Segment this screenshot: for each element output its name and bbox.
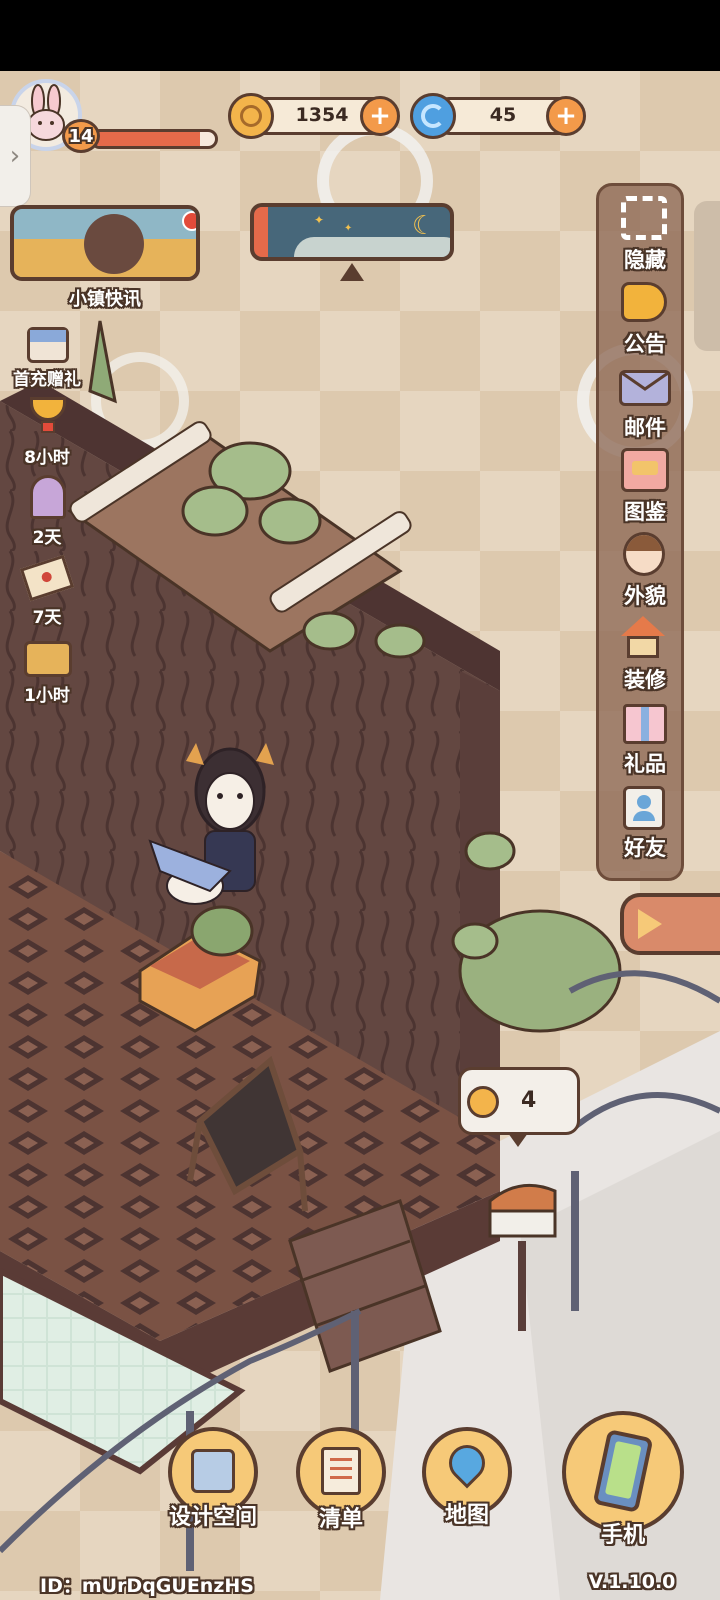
- news-banner[interactable]: [10, 205, 200, 281]
- menu-label: 公告: [624, 332, 666, 356]
- notification-dot: [182, 211, 196, 231]
- design-space-icon: [191, 1449, 235, 1493]
- menu-label: 隐藏: [624, 248, 666, 272]
- design-space-label: 设计空间: [168, 1505, 257, 1530]
- right-scroll-tab[interactable]: [694, 201, 720, 351]
- phone-icon: [592, 1429, 654, 1513]
- event-label: 8小时: [24, 448, 70, 468]
- menu-hide[interactable]: 隐藏: [605, 194, 685, 278]
- player-id: ID：mUrDqGUEnzHS: [40, 1575, 254, 1597]
- xp-bar-fill: [93, 132, 201, 146]
- player-level-badge: 14: [62, 119, 100, 153]
- event-first-charge[interactable]: 首充赠礼: [2, 327, 92, 399]
- menu-album[interactable]: 图鉴: [605, 446, 685, 530]
- menu-mail[interactable]: 邮件: [605, 362, 685, 446]
- expand-button[interactable]: [620, 893, 720, 955]
- menu-label: 外貌: [624, 584, 666, 608]
- hide-frame-icon: [621, 196, 667, 240]
- moon-icon: ☾: [412, 211, 436, 241]
- side-drawer-handle[interactable]: ›: [0, 106, 30, 206]
- letter-icon: [19, 554, 75, 602]
- avatar-face-icon: [623, 532, 665, 576]
- coin-icon: [228, 93, 274, 139]
- play-arrow-icon: [638, 909, 662, 939]
- news-label: 小镇快讯: [69, 289, 141, 310]
- gift-jar-icon: [30, 475, 66, 519]
- star-icon: ✦: [314, 213, 325, 227]
- phone-label: 手机: [600, 1523, 645, 1548]
- coin-collect-bubble[interactable]: 4: [458, 1067, 580, 1135]
- mail-icon: [619, 370, 671, 406]
- menu-label: 装修: [624, 668, 666, 692]
- news-character-icon: [84, 214, 144, 274]
- gift-icon: [623, 704, 667, 744]
- gift-box-icon: [27, 327, 69, 363]
- list-label: 清单: [318, 1507, 363, 1532]
- plus-icon: +: [369, 101, 391, 131]
- menu-label: 好友: [624, 836, 666, 860]
- event-gift-jar[interactable]: 2天: [2, 475, 92, 549]
- event-treasure[interactable]: 1小时: [2, 637, 92, 711]
- menu-gifts[interactable]: 礼品: [605, 698, 685, 782]
- menu-announcement[interactable]: 公告: [605, 278, 685, 362]
- coin-icon: [467, 1086, 499, 1118]
- trophy-icon: [30, 397, 66, 437]
- bubble-tail: [508, 1133, 528, 1147]
- event-label: 1小时: [24, 686, 70, 706]
- plus-icon: +: [555, 101, 577, 131]
- menu-label: 图鉴: [624, 500, 666, 524]
- list-icon: [321, 1447, 361, 1495]
- event-trophy[interactable]: 8小时: [2, 397, 92, 471]
- swirl-gem-icon: [410, 93, 456, 139]
- version-label: V.1.10.0: [588, 1571, 676, 1593]
- house-tools-icon: [621, 616, 665, 636]
- menu-label: 邮件: [624, 416, 666, 440]
- xp-bar: [90, 129, 218, 149]
- treasure-basket-icon: [24, 641, 72, 677]
- event-label: 首充赠礼: [13, 370, 81, 390]
- friends-icon: [623, 786, 665, 830]
- time-pointer-icon: [340, 263, 364, 281]
- add-gems-button[interactable]: +: [546, 96, 586, 136]
- side-menu-panel: 隐藏 公告 邮件 图鉴 外貌 装修 礼品 好友: [596, 183, 684, 881]
- megaphone-icon: [621, 282, 667, 322]
- chevron-right-icon: ›: [9, 141, 21, 171]
- menu-decorate[interactable]: 装修: [605, 614, 685, 698]
- game-scene[interactable]: 14 › 1354 + 45 + 小镇快讯 ☾ ✦ ✦ 首充赠礼 8小时 2天 …: [0, 71, 720, 1600]
- menu-friends[interactable]: 好友: [605, 782, 685, 866]
- coin-bubble-count: 4: [521, 1088, 537, 1113]
- day-night-widget[interactable]: ☾ ✦ ✦: [250, 203, 454, 261]
- event-label: 7天: [32, 608, 62, 628]
- phone-button[interactable]: [562, 1411, 684, 1533]
- menu-appearance[interactable]: 外貌: [605, 530, 685, 614]
- star-icon: ✦: [344, 223, 353, 234]
- menu-label: 礼品: [624, 752, 666, 776]
- map-pin-icon: [441, 1437, 493, 1489]
- event-label: 2天: [32, 528, 62, 548]
- album-icon: [621, 448, 669, 492]
- event-letter[interactable]: 7天: [2, 554, 92, 629]
- map-label: 地图: [444, 1503, 489, 1528]
- status-bar: [0, 0, 720, 71]
- left-event-list: 首充赠礼 8小时 2天 7天 1小时: [0, 327, 96, 707]
- add-coins-button[interactable]: +: [360, 96, 400, 136]
